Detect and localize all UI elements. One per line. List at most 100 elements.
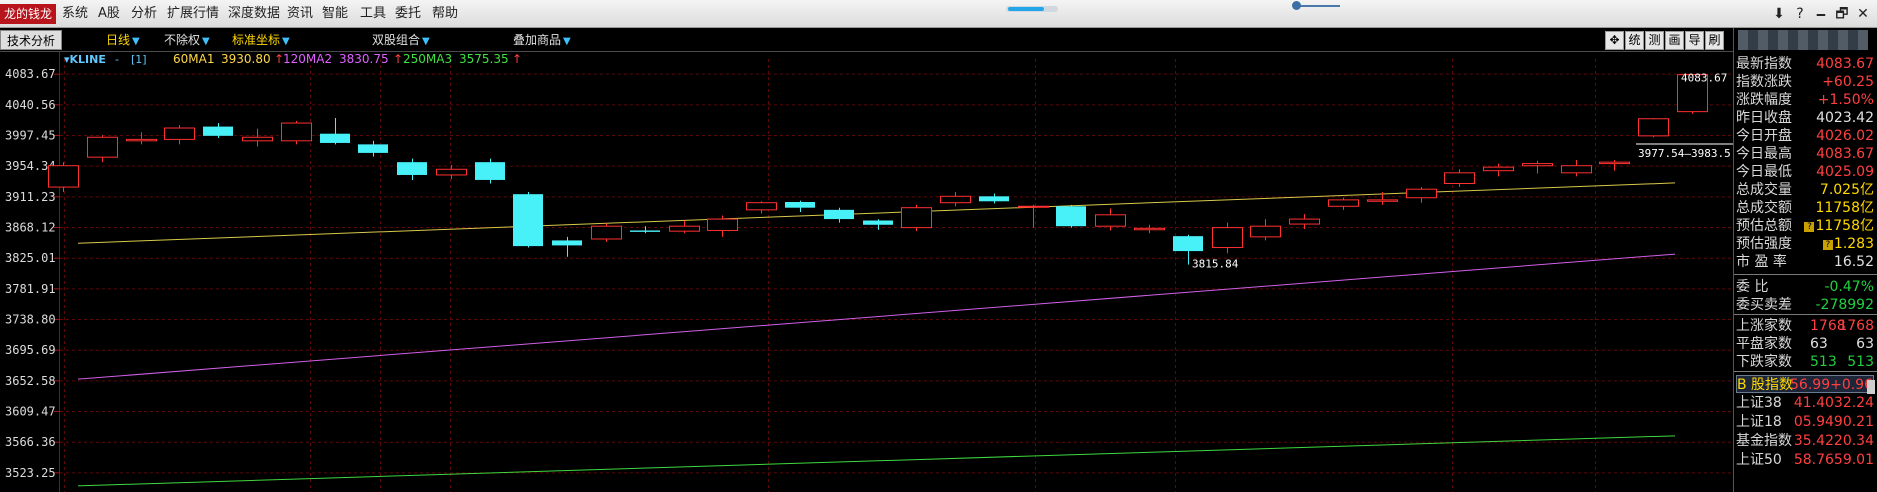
volume-slider[interactable] [1292,1,1340,10]
candle-down [1173,236,1203,252]
menu-entrust[interactable]: 委托 [395,6,421,22]
index-row-label: 基金指数 [1736,433,1792,449]
candle-up [164,127,195,140]
divider [1734,314,1877,315]
menu-depth-data[interactable]: 深度数据 [228,6,280,22]
tab-technical-analysis[interactable]: 技术分析 [0,30,63,50]
y-tick-label: 3652.58 [5,374,56,388]
export-button[interactable]: 导 [1685,31,1704,50]
order-row-label: 委 比 [1736,279,1769,295]
candle-up [1367,199,1398,202]
menu-system[interactable]: 系统 [62,6,88,22]
breadth-row: 下跌家数 513 513 [1736,353,1874,371]
chart-background [0,52,1733,492]
quote-row-value: ? 11758亿 [1804,217,1874,235]
quote-row-label: 今日开盘 [1736,128,1792,144]
minimize-to-tray-icon[interactable]: ⬇ [1770,5,1788,23]
restore-icon[interactable]: 🗗 [1833,5,1851,23]
stats-button[interactable]: 统 [1625,31,1644,50]
progress-indicator [1006,6,1058,12]
y-tick-label: 3781.91 [5,282,56,296]
candle-up [48,165,79,188]
menu-analysis[interactable]: 分析 [131,6,157,22]
breadth-row: 上涨家数 1768 1768 [1736,317,1874,335]
quote-row-label: 市 盈 率 [1736,254,1787,270]
chevron-down-icon: ▼ [202,36,210,47]
overlay-select[interactable]: 叠加商品 ▼ [513,33,571,49]
candle-up [1483,166,1514,172]
slider-knob[interactable] [1292,1,1301,10]
progress-fill [1008,7,1044,11]
quote-row-label: 预估强度 [1736,236,1792,252]
help-icon[interactable]: ? [1791,5,1809,23]
menu-extended-quotes[interactable]: 扩展行情 [167,6,219,22]
candle-down [475,162,505,180]
y-tick-label: 3609.47 [5,405,56,419]
menu-a-share[interactable]: A股 [98,6,120,22]
menu-smart[interactable]: 智能 [322,6,348,22]
quote-row-label: 今日最高 [1736,146,1792,162]
breadth-row-label: 上涨家数 [1736,318,1792,334]
ma2-arrow: ↑ [393,52,403,66]
info-icon[interactable]: ? [1822,240,1833,250]
order-row: 委买卖差 -278992 [1736,296,1874,314]
quote-row-label: 涨跌幅度 [1736,92,1792,108]
index-row-label: B 股指数 [1737,377,1794,393]
index-row-value: 58.7659.01 [1793,452,1874,468]
index-row[interactable]: 上证38 41.4032.24 [1736,394,1874,412]
index-row-label: 上证38 [1736,395,1782,411]
candle-down [203,126,233,136]
candle-up [901,207,932,229]
menu-news[interactable]: 资讯 [287,6,313,22]
dual-stock-select[interactable]: 双股组合 ▼ [372,33,430,49]
measure-button[interactable]: 测 [1645,31,1664,50]
y-tick-label: 3523.25 [5,466,56,480]
index-row[interactable]: 基金指数 35.4220.34 [1736,432,1874,450]
coordinate-select[interactable]: 标准坐标 ▼ [232,33,290,49]
y-tick-label: 3825.01 [5,251,56,265]
minimize-icon[interactable]: 🗕 [1812,5,1830,23]
quote-row-value: 4026.02 [1816,128,1874,144]
quote-row-value: 11758亿 [1815,200,1874,216]
refresh-button[interactable]: 刷 [1705,31,1724,50]
candle-up [707,218,738,231]
info-icon[interactable]: ? [1804,222,1815,232]
dual-stock-label: 双股组合 [372,33,421,47]
ma3-value: 3575.35 [459,52,509,66]
menu-help[interactable]: 帮助 [432,6,458,22]
candle-up [87,136,118,158]
candle-down [320,133,350,143]
candle-up [242,136,273,142]
quote-row-label: 总成交额 [1736,200,1792,216]
quote-row: 总成交量 7.025亿 [1736,181,1874,199]
move-crosshair-icon[interactable]: ✥ [1605,31,1624,50]
period-select[interactable]: 日线 ▼ [106,33,140,49]
high-label: 4083.67 [1681,72,1727,85]
kline-chart[interactable]: 4083.67 4040.56 3997.45 3954.34 3911.23 3868.… [0,52,1733,492]
quote-row-value: 4023.42 [1816,110,1874,126]
menu-tools[interactable]: 工具 [360,6,386,22]
draw-button[interactable]: 画 [1665,31,1684,50]
candle-up [1018,205,1049,208]
y-tick-label: 4040.56 [5,98,56,112]
kline-label[interactable]: ▾KLINE [64,53,106,66]
rights-select[interactable]: 不除权 ▼ [164,33,210,49]
index-row[interactable]: B 股指数 56.99+0.96 [1736,375,1874,393]
chart-toolbar: 技术分析 日线 ▼ 不除权 ▼ 标准坐标 ▼ 双股组合 ▼ 叠加商品 ▼ ✥ 统 测 画 … [0,28,1733,52]
close-icon[interactable]: ✕ [1854,5,1872,23]
quote-row-value: 16.52 [1833,254,1874,270]
ma2-value: 3830.75 [339,52,389,66]
panel-scrollbar[interactable] [1867,380,1875,394]
candle-up [1444,172,1475,185]
index-row[interactable]: 上证50 58.7659.01 [1736,451,1874,469]
y-tick-label: 3911.23 [5,190,56,204]
breadth-row: 平盘家数 63 63 [1736,335,1874,353]
quote-row: 总成交额 11758亿 [1736,199,1874,217]
candle-up [436,168,467,176]
quote-row: 指数涨跌 +60.25 [1736,73,1874,91]
quote-row: 最新指数 4083.67 [1736,55,1874,73]
quote-row: 市 盈 率 16.52 [1736,253,1874,271]
ma1-name: 60MA1 [173,52,214,66]
order-row-value: -278992 [1815,297,1875,313]
index-row[interactable]: 上证18 05.9490.21 [1736,413,1874,431]
